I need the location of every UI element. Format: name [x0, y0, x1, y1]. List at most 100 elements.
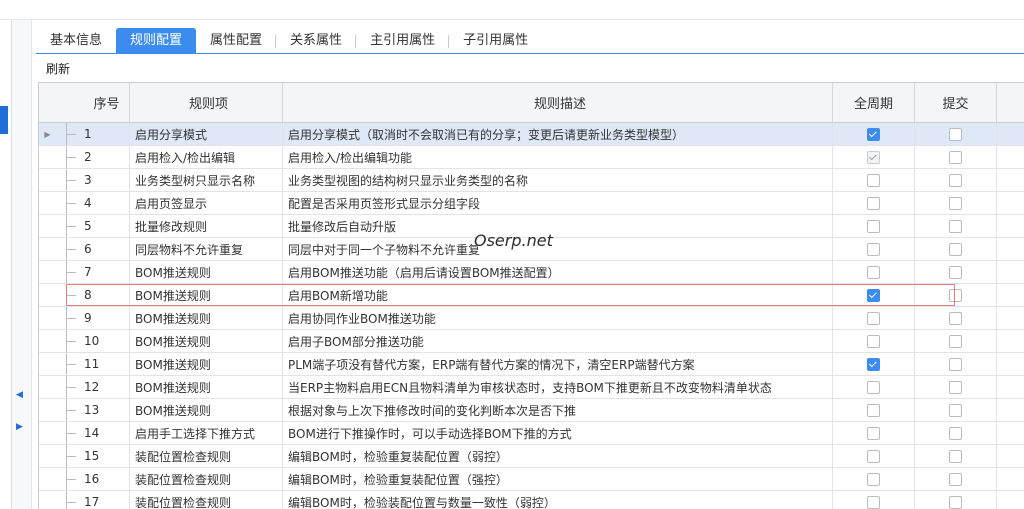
rail-active-marker [0, 106, 8, 134]
header-seq[interactable]: 序号 [78, 83, 130, 122]
row-full-cycle-cell [833, 353, 915, 375]
submit-checkbox[interactable] [949, 150, 962, 164]
row-full-cycle-cell [833, 307, 915, 329]
row-filler [997, 192, 1024, 214]
row-indicator [39, 169, 56, 191]
row-filler [997, 445, 1024, 467]
submit-checkbox[interactable] [949, 127, 962, 141]
submit-checkbox[interactable] [949, 426, 962, 440]
row-seq: 8 [78, 284, 130, 306]
submit-checkbox[interactable] [949, 495, 962, 509]
table-row[interactable]: 17 装配位置检查规则 编辑BOM时，检验装配位置与数量一致性（弱控） [39, 491, 1024, 509]
tree-branch [66, 180, 76, 181]
row-seq: 5 [78, 215, 130, 237]
full-cycle-checkbox[interactable] [867, 495, 880, 509]
row-rule: 业务类型树只显示名称 [130, 169, 283, 191]
table-row[interactable]: 11 BOM推送规则 PLM端子项没有替代方案，ERP端有替代方案的情况下，清空ER… [39, 353, 1024, 376]
row-submit-cell [915, 353, 997, 375]
table-row[interactable]: 10 BOM推送规则 启用子BOM部分推送功能 [39, 330, 1024, 353]
submit-checkbox[interactable] [949, 449, 962, 463]
row-seq: 14 [78, 422, 130, 444]
row-submit-cell [915, 146, 997, 168]
tab-5[interactable]: 子引用属性 [449, 28, 542, 54]
full-cycle-checkbox[interactable] [867, 449, 880, 463]
full-cycle-checkbox[interactable] [867, 219, 880, 233]
row-submit-cell [915, 376, 997, 398]
row-full-cycle-cell [833, 261, 915, 283]
submit-checkbox[interactable] [949, 380, 962, 394]
table-row[interactable]: 12 BOM推送规则 当ERP主物料启用ECN且物料清单为审核状态时，支持BOM下推… [39, 376, 1024, 399]
full-cycle-checkbox[interactable] [867, 127, 880, 141]
header-submit[interactable]: 提交 [915, 83, 997, 122]
tab-3[interactable]: 关系属性 [276, 28, 357, 54]
header-rule[interactable]: 规则项 [130, 83, 283, 122]
full-cycle-checkbox[interactable] [867, 173, 880, 187]
table-row[interactable]: ▶ 1 启用分享模式 启用分享模式（取消时不会取消已有的分享；变更后请更新业务类型模型… [39, 123, 1024, 146]
top-bar [0, 0, 1024, 20]
full-cycle-checkbox[interactable] [867, 288, 880, 302]
row-desc: 启用BOM新增功能 [283, 284, 833, 306]
full-cycle-checkbox[interactable] [867, 311, 880, 325]
full-cycle-checkbox[interactable] [867, 426, 880, 440]
table-row[interactable]: 3 业务类型树只显示名称 业务类型视图的结构树只显示业务类型的名称 [39, 169, 1024, 192]
row-filler [997, 353, 1024, 375]
full-cycle-checkbox[interactable] [867, 472, 880, 486]
submit-checkbox[interactable] [949, 196, 962, 210]
full-cycle-checkbox [867, 150, 880, 164]
full-cycle-checkbox[interactable] [867, 242, 880, 256]
full-cycle-checkbox[interactable] [867, 196, 880, 210]
tab-4[interactable]: 主引用属性 [356, 28, 450, 54]
row-indicator [39, 284, 56, 306]
table-row[interactable]: 13 BOM推送规则 根据对象与上次下推修改时间的变化判断本次是否下推 [39, 399, 1024, 422]
table-row[interactable]: 2 启用检入/检出编辑 启用检入/检出编辑功能 [39, 146, 1024, 169]
refresh-button[interactable]: 刷新 [46, 61, 70, 77]
full-cycle-checkbox[interactable] [867, 403, 880, 417]
tab-2[interactable]: 属性配置 [196, 28, 277, 54]
submit-checkbox[interactable] [949, 173, 962, 187]
table-row[interactable]: 8 BOM推送规则 启用BOM新增功能 [39, 284, 1024, 307]
table-row[interactable]: 15 装配位置检查规则 编辑BOM时，检验重复装配位置（弱控） [39, 445, 1024, 468]
table-row[interactable]: 14 启用手工选择下推方式 BOM进行下推操作时，可以手动选择BOM下推的方式 [39, 422, 1024, 445]
header-desc[interactable]: 规则描述 [283, 83, 833, 122]
header-indicator [39, 83, 56, 122]
expand-right-icon[interactable]: ▶ [16, 422, 23, 432]
submit-checkbox[interactable] [949, 242, 962, 256]
tab-bar: 基本信息 规则配置 属性配置 关系属性 主引用属性 子引用属性 [36, 28, 542, 54]
row-submit-cell [915, 215, 997, 237]
submit-checkbox[interactable] [949, 472, 962, 486]
row-filler [997, 169, 1024, 191]
row-rule: 同层物料不允许重复 [130, 238, 283, 260]
submit-checkbox[interactable] [949, 311, 962, 325]
submit-checkbox[interactable] [949, 357, 962, 371]
row-full-cycle-cell [833, 215, 915, 237]
submit-checkbox[interactable] [949, 403, 962, 417]
row-rule: 启用页签显示 [130, 192, 283, 214]
header-full-cycle[interactable]: 全周期 [833, 83, 915, 122]
submit-checkbox[interactable] [949, 288, 962, 302]
submit-checkbox[interactable] [949, 219, 962, 233]
full-cycle-checkbox[interactable] [867, 265, 880, 279]
submit-checkbox[interactable] [949, 334, 962, 348]
full-cycle-checkbox[interactable] [867, 334, 880, 348]
table-row[interactable]: 7 BOM推送规则 启用BOM推送功能（启用后请设置BOM推送配置） [39, 261, 1024, 284]
row-indicator [39, 445, 56, 467]
full-cycle-checkbox[interactable] [867, 357, 880, 371]
tab-0[interactable]: 基本信息 [36, 28, 116, 54]
tab-1[interactable]: 规则配置 [116, 28, 197, 54]
tree-branch [66, 479, 76, 480]
table-row[interactable]: 4 启用页签显示 配置是否采用页签形式显示分组字段 [39, 192, 1024, 215]
table-row[interactable]: 16 装配位置检查规则 编辑BOM时，检验重复装配位置（强控） [39, 468, 1024, 491]
row-seq: 6 [78, 238, 130, 260]
tree-connector [56, 353, 78, 375]
tree-connector [56, 376, 78, 398]
row-indicator [39, 399, 56, 421]
row-desc: 启用分享模式（取消时不会取消已有的分享；变更后请更新业务类型模型） [283, 123, 833, 145]
row-seq: 1 [78, 123, 130, 145]
row-seq: 2 [78, 146, 130, 168]
full-cycle-checkbox[interactable] [867, 380, 880, 394]
submit-checkbox[interactable] [949, 265, 962, 279]
panel-splitter[interactable]: ◀ ▶ [12, 20, 32, 509]
table-row[interactable]: 9 BOM推送规则 启用协同作业BOM推送功能 [39, 307, 1024, 330]
collapse-left-icon[interactable]: ◀ [16, 390, 23, 400]
tree-branch [66, 318, 76, 319]
